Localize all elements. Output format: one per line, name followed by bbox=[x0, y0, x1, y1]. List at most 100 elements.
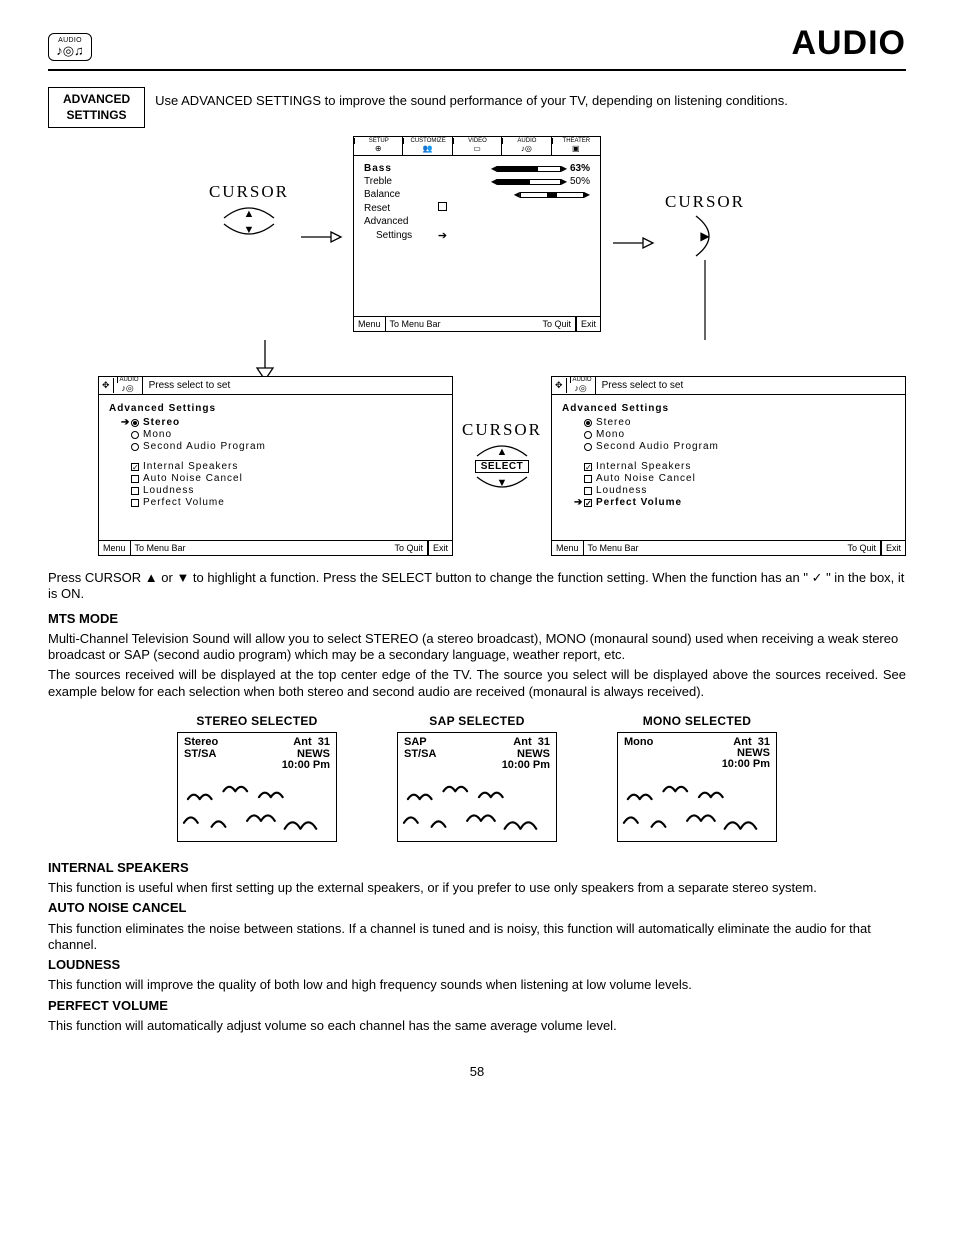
selection-examples: STEREO SELECTED StereoAnt 31 ST/SANEWS 1… bbox=[48, 714, 906, 842]
cursor-instructions: Press CURSOR ▲ or ▼ to highlight a funct… bbox=[48, 570, 906, 603]
auto-noise-cancel-heading: AUTO NOISE CANCEL bbox=[48, 900, 906, 916]
title-divider bbox=[48, 69, 906, 71]
adv-option: Second Audio Program bbox=[574, 441, 895, 452]
adv-option: Loudness bbox=[121, 485, 442, 496]
tab-customize: CUSTOMIZE👥 bbox=[403, 137, 452, 156]
note-knob-icon: ♪◎♫ bbox=[56, 44, 84, 57]
radio-icon bbox=[131, 431, 139, 439]
loudness-heading: LOUDNESS bbox=[48, 957, 906, 973]
line-down-icon bbox=[704, 260, 706, 340]
arrow-down-icon bbox=[253, 340, 277, 380]
adv-option: Second Audio Program bbox=[121, 441, 442, 452]
adv-option: Auto Noise Cancel bbox=[574, 473, 895, 484]
loudness-text: This function will improve the quality o… bbox=[48, 977, 906, 993]
adv-option: Stereo bbox=[574, 417, 895, 428]
svg-text:▼: ▼ bbox=[497, 477, 508, 489]
press-select-prompt: Press select to set bbox=[596, 380, 905, 391]
cursor-right-block: CURSOR ▶ bbox=[665, 192, 745, 340]
cursor-select-block: CURSOR ▲ SELECT ▼ bbox=[462, 420, 542, 491]
audio-tab-icon: AUDIO♪◎ bbox=[567, 377, 596, 394]
arrow-right-icon bbox=[613, 236, 653, 250]
menu-footer: Menu To Menu Bar To Quit Exit bbox=[354, 316, 600, 331]
svg-text:▲: ▲ bbox=[244, 208, 255, 220]
checkbox-icon bbox=[131, 475, 139, 483]
sap-example-screen: SAPAnt 31 ST/SANEWS 10:00 Pm bbox=[397, 732, 557, 842]
menu-balance: Balance bbox=[364, 188, 438, 201]
cursor-label: CURSOR bbox=[665, 192, 745, 212]
tab-audio: AUDIO♪◎ bbox=[502, 137, 551, 156]
mts-paragraph-2: The sources received will be displayed a… bbox=[48, 667, 906, 700]
svg-text:▲: ▲ bbox=[497, 446, 508, 458]
adv-option: ✓Internal Speakers bbox=[574, 461, 895, 472]
adv-option: ✓Internal Speakers bbox=[121, 461, 442, 472]
mts-paragraph-1: Multi-Channel Television Sound will allo… bbox=[48, 631, 906, 664]
birds-illustration-icon bbox=[398, 779, 556, 841]
advanced-settings-box: ADVANCED SETTINGS bbox=[48, 87, 145, 128]
svg-text:▼: ▼ bbox=[244, 224, 255, 236]
checkbox-icon: ✓ bbox=[131, 463, 139, 471]
sap-selected-title: SAP SELECTED bbox=[429, 714, 524, 728]
checkbox-icon: ✓ bbox=[584, 463, 592, 471]
cursor-up-down-block: CURSOR ▲ ▼ bbox=[209, 182, 289, 238]
birds-illustration-icon bbox=[618, 779, 776, 841]
adv-option: ➔Stereo bbox=[121, 417, 442, 428]
audio-header-icon: AUDIO ♪◎♫ bbox=[48, 33, 92, 61]
radio-icon bbox=[131, 443, 139, 451]
select-button: SELECT bbox=[475, 460, 529, 473]
menu-tabs: SETUP⊕ CUSTOMIZE👥 VIDEO▭ AUDIO♪◎ THEATER… bbox=[354, 137, 600, 156]
checkbox-icon bbox=[584, 475, 592, 483]
birds-illustration-icon bbox=[178, 779, 336, 841]
perfect-volume-heading: PERFECT VOLUME bbox=[48, 998, 906, 1014]
internal-speakers-heading: INTERNAL SPEAKERS bbox=[48, 860, 906, 876]
perfect-volume-text: This function will automatically adjust … bbox=[48, 1018, 906, 1034]
radio-icon bbox=[584, 419, 592, 427]
arrow-right-icon bbox=[301, 230, 341, 244]
arrow-right-icon: ➔ bbox=[438, 230, 447, 242]
page-title: AUDIO bbox=[791, 24, 906, 63]
auto-noise-cancel-text: This function eliminates the noise betwe… bbox=[48, 921, 906, 954]
adv-option: Auto Noise Cancel bbox=[121, 473, 442, 484]
stereo-example-screen: StereoAnt 31 ST/SANEWS 10:00 Pm bbox=[177, 732, 337, 842]
page-number: 58 bbox=[48, 1064, 906, 1079]
adv-option: ➔✓Perfect Volume bbox=[574, 497, 895, 508]
menu-reset: Reset bbox=[364, 201, 438, 215]
tab-setup: SETUP⊕ bbox=[354, 137, 403, 156]
cursor-label: CURSOR bbox=[209, 182, 289, 202]
svg-text:▶: ▶ bbox=[700, 229, 710, 243]
cursor-label: CURSOR bbox=[462, 420, 542, 440]
press-select-prompt: Press select to set bbox=[143, 380, 452, 391]
menu-treble: Treble bbox=[364, 175, 438, 188]
advanced-settings-left-box: ✥ AUDIO♪◎ Press select to set Advanced S… bbox=[98, 376, 453, 556]
tab-theater: THEATER▣ bbox=[552, 137, 600, 156]
eyelid-down-icon: ▼ bbox=[475, 475, 529, 491]
cross-pad-icon: ✥ bbox=[552, 378, 567, 393]
menu-footer: Menu To Menu Bar To Quit Exit bbox=[552, 540, 905, 555]
tab-video: VIDEO▭ bbox=[453, 137, 502, 156]
mts-mode-heading: MTS MODE bbox=[48, 611, 906, 627]
radio-icon bbox=[584, 443, 592, 451]
eyelid-up-icon: ▲ bbox=[222, 204, 276, 220]
radio-icon bbox=[584, 431, 592, 439]
advanced-settings-intro: Use ADVANCED SETTINGS to improve the sou… bbox=[155, 87, 788, 108]
checkbox-icon bbox=[584, 487, 592, 495]
eyelid-up-icon: ▲ bbox=[475, 442, 529, 458]
advanced-settings-right-box: ✥ AUDIO♪◎ Press select to set Advanced S… bbox=[551, 376, 906, 556]
adv-option: Mono bbox=[121, 429, 442, 440]
menu-advanced: Advanced bbox=[364, 215, 438, 228]
eyelid-right-icon: ▶ bbox=[692, 214, 718, 258]
menu-bass: Bass bbox=[364, 162, 438, 175]
checkbox-icon bbox=[131, 487, 139, 495]
adv-option: Mono bbox=[574, 429, 895, 440]
audio-tab-icon: AUDIO♪◎ bbox=[114, 377, 143, 394]
mono-example-screen: MonoAnt 31 NEWS 10:00 Pm bbox=[617, 732, 777, 842]
radio-icon bbox=[131, 419, 139, 427]
menu-footer: Menu To Menu Bar To Quit Exit bbox=[99, 540, 452, 555]
adv-option: Loudness bbox=[574, 485, 895, 496]
stereo-selected-title: STEREO SELECTED bbox=[196, 714, 317, 728]
adv-option: Perfect Volume bbox=[121, 497, 442, 508]
cross-pad-icon: ✥ bbox=[99, 378, 114, 393]
checkbox-icon bbox=[131, 499, 139, 507]
internal-speakers-text: This function is useful when first setti… bbox=[48, 880, 906, 896]
checkbox-icon: ✓ bbox=[584, 499, 592, 507]
main-menu-box: SETUP⊕ CUSTOMIZE👥 VIDEO▭ AUDIO♪◎ THEATER… bbox=[353, 136, 601, 332]
